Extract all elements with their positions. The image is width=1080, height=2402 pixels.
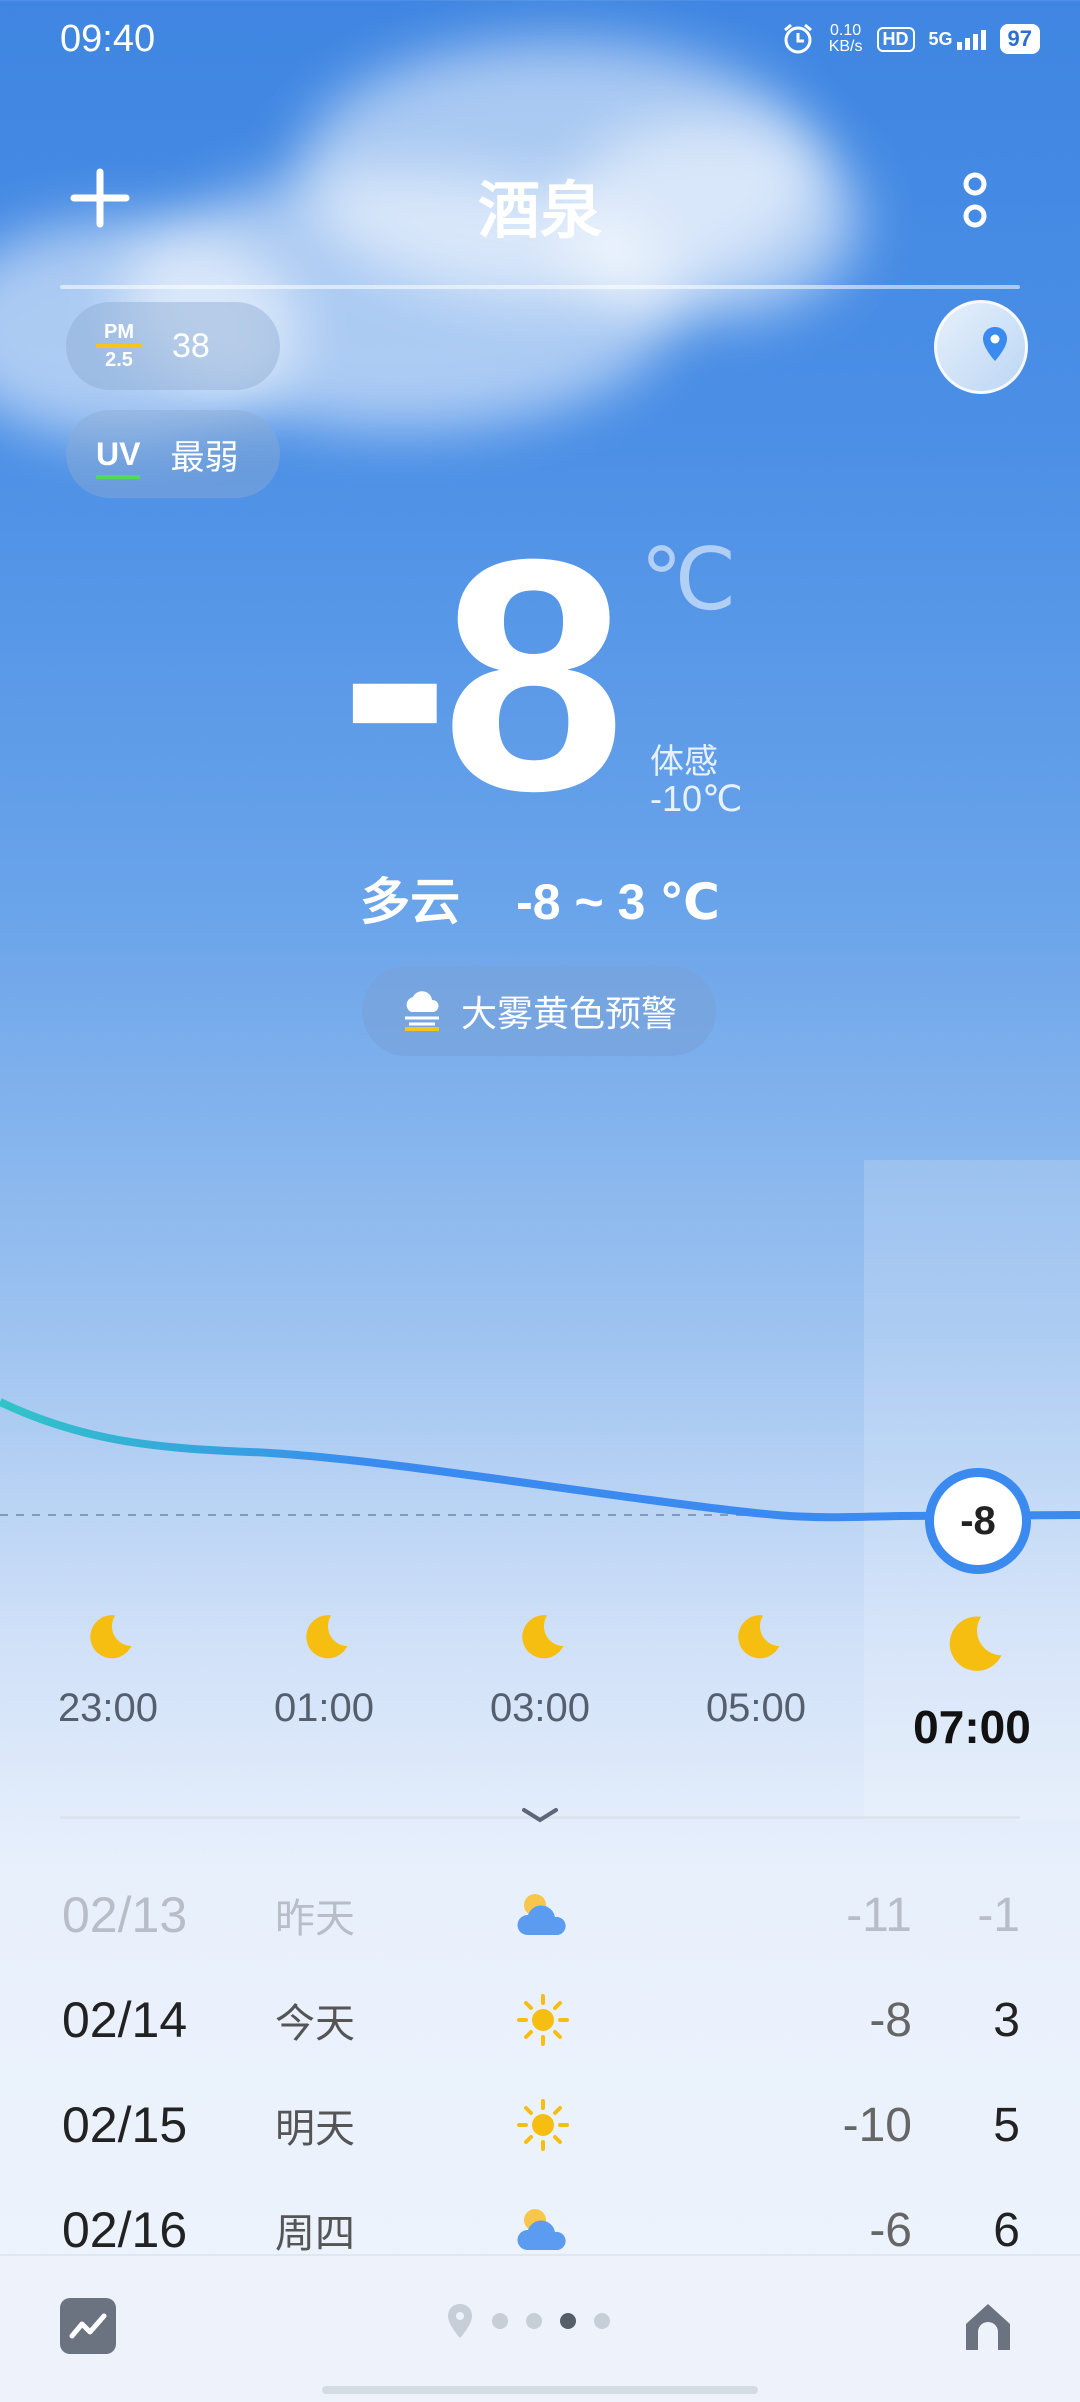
day-date: 02/14 [62, 1992, 188, 2048]
status-time: 09:40 [60, 18, 156, 60]
weather-alert-button[interactable]: 大雾黄色预警 [362, 966, 716, 1056]
fog-icon [404, 991, 439, 1031]
temperature-range: -8 ~ 3 ℃ [516, 874, 720, 930]
hourly-item[interactable]: 23:00 [33, 1610, 183, 1731]
feels-like-label: 体感 [650, 743, 718, 781]
day-weather-icon [513, 2204, 573, 2256]
feels-like-value: -10℃ [650, 778, 743, 819]
hourly-item[interactable]: 05:00 [681, 1610, 831, 1731]
city-title: 酒泉 [477, 177, 602, 246]
pm25-chip[interactable]: PM 2.5 38 [66, 302, 280, 390]
hour-time: 05:00 [705, 1686, 807, 1730]
hourly-temperature-curve [0, 1398, 1080, 1522]
day-low: -8 [869, 1993, 912, 2047]
alarm-icon [783, 23, 812, 54]
day-high: 5 [993, 2098, 1020, 2152]
day-label: 今天 [275, 2002, 355, 2046]
day-low: -11 [846, 1888, 912, 1942]
network-type: 5G [929, 29, 986, 50]
hour-time: 07:00 [913, 1701, 1031, 1753]
uv-chip[interactable]: UV 最弱 [66, 410, 280, 498]
location-map-button[interactable] [934, 300, 1028, 394]
day-high: 6 [993, 2203, 1020, 2257]
hour-time: 03:00 [489, 1686, 591, 1730]
current-hour-temp-bubble: -8 [925, 1468, 1031, 1574]
current-temperature: -8 [340, 490, 625, 859]
hourly-item[interactable]: 03:00 [465, 1610, 615, 1731]
day-label: 周四 [275, 2212, 355, 2256]
status-icons: 0.10 KB/s HD 5G 97 [781, 22, 1040, 56]
sun-icon [517, 2099, 569, 2151]
location-pin-icon [983, 327, 1007, 361]
day-low: -6 [869, 2203, 912, 2257]
day-date: 02/16 [62, 2202, 188, 2258]
moon-icon [306, 1615, 348, 1659]
home-icon[interactable] [960, 2298, 1016, 2354]
hourly-item[interactable]: 07:00 [897, 1610, 1047, 1754]
hourly-item[interactable]: 01:00 [249, 1610, 399, 1731]
page-indicator [446, 2302, 610, 2340]
hour-time: 01:00 [273, 1686, 375, 1730]
hd-badge: HD [876, 26, 915, 52]
sun-icon [517, 1994, 569, 2046]
daily-row[interactable]: 02/14 今天 -8 3 [62, 1975, 1020, 2065]
pm25-icon: PM 2.5 [96, 322, 142, 370]
cloudy-icon [517, 2209, 566, 2250]
header-divider [60, 285, 1020, 289]
net-speed: 0.10 KB/s [828, 22, 863, 55]
battery-indicator: 97 [999, 24, 1040, 54]
moon-icon [90, 1615, 132, 1659]
day-weather-icon [513, 1889, 573, 1941]
page-dot[interactable] [594, 2313, 610, 2329]
day-date: 02/15 [62, 2097, 188, 2153]
moon-icon [949, 1616, 1002, 1671]
temperature-unit: ℃ [640, 532, 737, 628]
location-indicator-icon [448, 2304, 472, 2338]
daily-row[interactable]: 02/15 明天 -10 5 [62, 2080, 1020, 2170]
page-dot[interactable] [526, 2313, 542, 2329]
alert-text: 大雾黄色预警 [460, 993, 677, 1034]
uv-value: 最弱 [170, 438, 239, 477]
condition-text: 多云 [360, 874, 461, 930]
condition-line: 多云 -8 ~ 3 ℃ [0, 862, 1080, 934]
day-weather-icon [513, 2097, 573, 2153]
moon-icon [738, 1615, 780, 1659]
day-label: 昨天 [275, 1897, 355, 1941]
pm25-value: 38 [172, 326, 210, 365]
uv-icon: UV [96, 436, 141, 479]
moon-icon [522, 1615, 564, 1659]
trend-chart-button[interactable] [60, 2298, 116, 2354]
home-indicator[interactable] [322, 2386, 758, 2394]
day-label: 明天 [275, 2107, 355, 2151]
day-high: 3 [993, 1993, 1020, 2047]
daily-row[interactable]: 02/13 昨天 -11 -1 [62, 1870, 1020, 1960]
chevron-down-icon[interactable] [516, 1800, 564, 1830]
signal-icon [956, 29, 986, 50]
day-date: 02/13 [62, 1887, 188, 1943]
day-weather-icon [513, 1992, 573, 2048]
day-high: -1 [977, 1888, 1020, 1942]
more-options-button[interactable] [960, 166, 990, 234]
day-low: -10 [842, 2098, 912, 2152]
page-dot[interactable] [492, 2313, 508, 2329]
cloudy-icon [517, 1894, 566, 1935]
trend-icon [69, 2313, 107, 2339]
hour-time: 23:00 [57, 1686, 159, 1730]
page-dot[interactable] [560, 2313, 576, 2329]
